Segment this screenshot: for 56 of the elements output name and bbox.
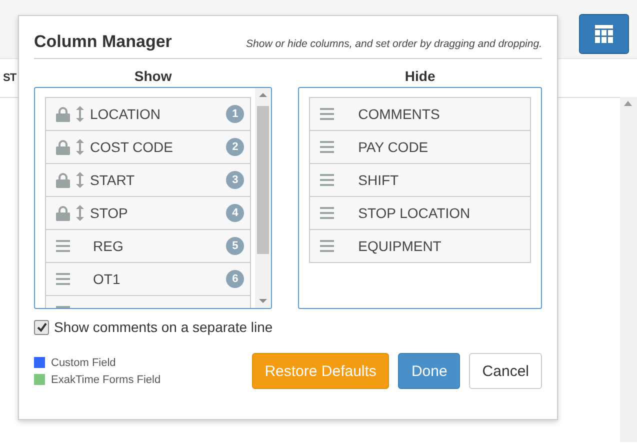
column-name: COST CODE (90, 139, 174, 155)
column-item[interactable]: COST CODE 2 (45, 130, 252, 164)
drag-handle-icon (320, 141, 334, 153)
column-name: STOP LOCATION (358, 205, 472, 221)
column-header: ST (3, 72, 16, 84)
drag-handle-icon (320, 108, 334, 120)
list-heading: Hide (404, 67, 436, 86)
column-name: START (90, 172, 136, 188)
lock-icon (56, 172, 70, 188)
lock-icon (56, 140, 70, 154)
column-name: SHIFT (358, 172, 400, 188)
dialog-title: Column Manager (34, 32, 172, 52)
dialog-button[interactable]: Cancel (469, 353, 542, 389)
drag-handle-icon (56, 240, 70, 252)
order-number: 3 (226, 171, 244, 189)
legend-label: ExakTime Forms Field (51, 374, 161, 386)
column-name: REG (93, 238, 124, 254)
drag-handle-icon (320, 240, 334, 252)
order-number: 6 (226, 270, 244, 288)
order-number: 4 (226, 204, 244, 222)
column-item[interactable]: EQUIPMENT (309, 229, 531, 263)
column-name: EQUIPMENT (358, 238, 442, 254)
order-number: 1 (226, 105, 244, 123)
column-name: LOCATION (90, 106, 162, 122)
column-name: COMMENTS (358, 106, 441, 122)
drag-handle-icon (320, 207, 334, 219)
columns-button[interactable] (579, 14, 629, 54)
checkbox[interactable] (34, 320, 49, 334)
drag-handle-icon (56, 273, 70, 285)
order-number: 5 (226, 237, 244, 255)
column-name: PAY CODE (358, 139, 430, 155)
updown-arrow-icon (76, 172, 84, 188)
lock-icon (56, 106, 70, 122)
updown-arrow-icon (76, 139, 84, 155)
column-item[interactable]: OT1 6 (45, 262, 252, 296)
updown-arrow-icon (76, 205, 84, 221)
lock-icon (56, 206, 70, 220)
legend-label: Custom Field (51, 356, 116, 368)
updown-arrow-icon (76, 106, 84, 122)
column-item[interactable]: START 3 (45, 163, 252, 197)
order-number: 2 (226, 138, 244, 156)
column-item[interactable]: LOCATION 1 (45, 97, 252, 131)
grid-icon (595, 25, 613, 43)
column-name: OT1 (93, 271, 122, 287)
list-heading: Show (133, 67, 173, 86)
drag-handle-icon (320, 174, 334, 186)
column-name: STOP (90, 205, 129, 221)
dialog-subtitle: Show or hide columns, and set order by dragging and dropping. (246, 38, 542, 50)
column-item[interactable]: PAY CODE (309, 130, 531, 164)
column-item[interactable]: SHIFT (309, 163, 531, 197)
column-item[interactable]: STOP 4 (45, 196, 252, 230)
column-item[interactable]: REG 5 (45, 229, 252, 263)
scrollbar[interactable] (255, 88, 272, 308)
column-item[interactable]: COMMENTS (309, 97, 531, 131)
column-item[interactable]: STOP LOCATION (309, 196, 531, 230)
checkbox-label: Show comments on a separate line (54, 319, 273, 335)
